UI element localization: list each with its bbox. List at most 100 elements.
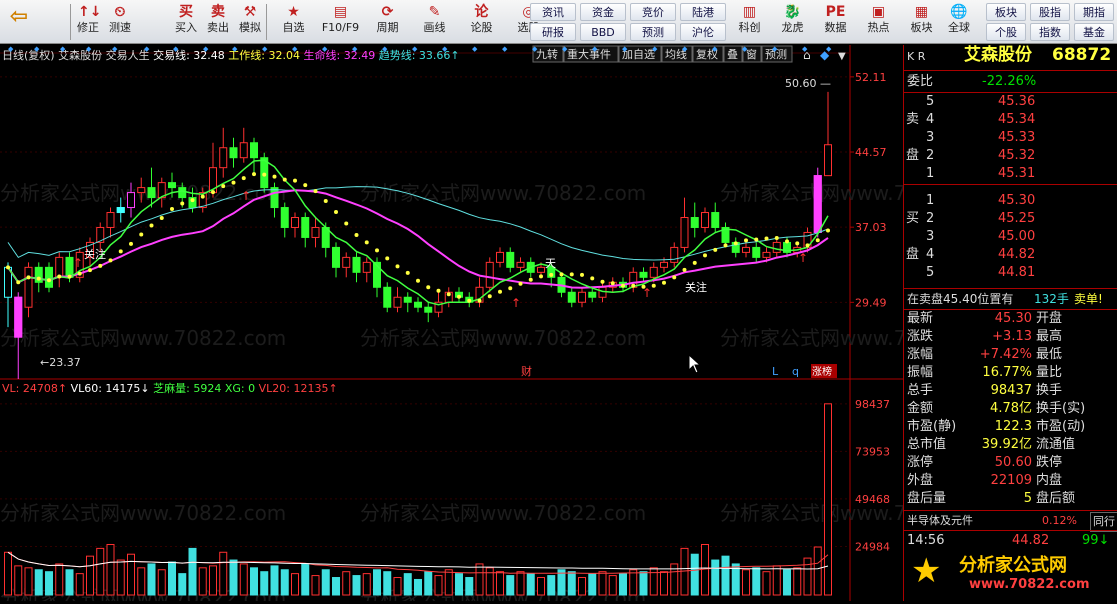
quick-button-1-1[interactable]: BBD [580, 23, 626, 41]
tool-d-button-4[interactable]: ▦ 板块 [900, 2, 943, 42]
event-diamond[interactable]: ◆ [412, 45, 418, 53]
candle [383, 282, 392, 313]
market-button-1-1[interactable]: 指数 [1030, 23, 1070, 41]
global-button[interactable]: 🌐 全球 [938, 2, 980, 42]
volume-bar [127, 553, 135, 596]
menu-down-icon[interactable]: ▼ [838, 51, 846, 62]
event-diamond[interactable]: ◆ [352, 45, 358, 53]
tool-c-button-1[interactable]: ▤ F10/F9 [317, 2, 364, 42]
tian-label: 天 [545, 257, 556, 270]
cai-marker[interactable]: 财 [521, 364, 532, 378]
volume-bar [14, 565, 23, 596]
event-diamond[interactable]: ◆ [203, 45, 209, 53]
tool-c-button-0[interactable]: ★ 自选 [270, 2, 317, 42]
kline-chart[interactable]: 日线(复权) 艾森股份 交易人生 交易线: 32.48 工作线: 32.04 生… [0, 45, 1006, 604]
event-diamond[interactable]: ◆ [144, 45, 150, 53]
event-diamond[interactable]: ◆ [232, 45, 238, 53]
quick-button-1-0[interactable]: 研报 [530, 23, 576, 41]
event-diamond[interactable]: ◆ [472, 45, 478, 53]
stat-label-10: 盘后量 [907, 491, 947, 506]
quick-button-0-0[interactable]: 资讯 [530, 3, 576, 21]
tool-d-button-1[interactable]: 🐉 龙虎 [771, 2, 814, 42]
work-line-dot [221, 184, 226, 189]
event-diamond[interactable]: ◆ [60, 45, 66, 53]
event-diamond[interactable]: ◆ [382, 45, 388, 53]
stat-label-3: 振幅 [907, 365, 934, 380]
back-button[interactable]: ⇦ [2, 2, 36, 42]
notice-tag: 卖单! [1074, 292, 1103, 306]
event-diamond[interactable]: ◆ [8, 45, 14, 53]
volume-bar [178, 573, 187, 596]
quick-button-0-3[interactable]: 陆港 [680, 3, 726, 21]
market-button-0-0[interactable]: 板块 [986, 3, 1026, 21]
tool-d-button-3[interactable]: ▣ 热点 [857, 2, 900, 42]
q-marker[interactable]: q [792, 365, 799, 378]
volume-bar [219, 551, 228, 596]
tool-b-button-2[interactable]: ⚒ 模拟 [234, 2, 266, 42]
market-button-0-1[interactable]: 股指 [1030, 3, 1070, 21]
chart-tab-label-5: 叠 [727, 48, 738, 61]
tool-c-icon-0: ★ [287, 4, 300, 20]
event-diamond[interactable]: ◆ [112, 45, 118, 53]
quick-button-1-2[interactable]: 预测 [630, 23, 676, 41]
event-diamond[interactable]: ◆ [592, 45, 598, 53]
buy-arrow-icon: ↑ [798, 251, 808, 265]
tool-c-button-2[interactable]: ⟳ 周期 [364, 2, 411, 42]
event-diamond[interactable]: ◆ [86, 45, 92, 53]
market-button-0-2[interactable]: 期指 [1074, 3, 1114, 21]
tool-b-button-0[interactable]: 买买入 [170, 2, 202, 42]
event-diamond[interactable]: ◆ [34, 45, 40, 53]
volume-bar [291, 573, 299, 596]
market-button-1-2[interactable]: 基金 [1074, 23, 1114, 41]
event-diamond[interactable]: ◆ [712, 45, 718, 53]
event-diamond[interactable]: ◆ [826, 45, 832, 53]
event-diamond[interactable]: ◆ [742, 45, 748, 53]
tool-b-button-1[interactable]: 卖卖出 [202, 2, 234, 42]
stat-row-5: 金额 4.78亿 换手(实) [904, 400, 1117, 418]
sector-tab: 同行 [1090, 512, 1117, 532]
event-diamond[interactable]: ◆ [562, 45, 568, 53]
stat-right-label-6: 市盈(动) [1036, 419, 1086, 434]
event-diamond[interactable]: ◆ [292, 45, 298, 53]
candle [813, 167, 822, 238]
follow-label-2: 关注 [685, 280, 707, 294]
quick-button-0-1[interactable]: 资金 [580, 3, 626, 21]
tool-d-button-2[interactable]: PE 数据 [814, 2, 857, 42]
volume-bar [547, 575, 556, 596]
event-diamond[interactable]: ◆ [262, 45, 268, 53]
event-diamond[interactable]: ◆ [502, 45, 508, 53]
quick-button-0-2[interactable]: 竞价 [630, 3, 676, 21]
tool-a-button-0[interactable]: ↑↓ 修正 [72, 2, 104, 42]
tool-a-button-1[interactable]: ⏲ 测速 [104, 2, 136, 42]
event-diamond[interactable]: ◆ [532, 45, 538, 53]
event-diamond[interactable]: ◆ [772, 45, 778, 53]
event-diamond[interactable]: ◆ [322, 45, 328, 53]
tool-d-button-0[interactable]: ▥ 科创 [728, 2, 771, 42]
event-diamond[interactable]: ◆ [622, 45, 628, 53]
event-diamond[interactable]: ◆ [173, 45, 179, 53]
volume-bar [588, 573, 597, 596]
ask-price-4: 45.31 [998, 166, 1036, 181]
volume-bar [783, 569, 791, 596]
watermark-4: 分析家公式网www.70822.com [360, 326, 646, 350]
site-logo: ★ 分析家公式网 www.70822.com [905, 545, 1117, 601]
event-diamond[interactable]: ◆ [652, 45, 658, 53]
market-button-1-0[interactable]: 个股 [986, 23, 1026, 41]
event-diamond[interactable]: ◆ [682, 45, 688, 53]
tool-c-button-4[interactable]: 论论股 [458, 2, 505, 42]
quick-button-1-3[interactable]: 沪伦 [680, 23, 726, 41]
work-line-dot [129, 241, 133, 246]
price-label-1: 44.57 [855, 146, 887, 159]
buy-arrow-icon: ↑ [73, 256, 83, 270]
back-arrow-icon: ⇦ [9, 4, 29, 29]
stat-value-2: +7.42% [979, 347, 1032, 362]
sell-label-2: 盘 [906, 148, 920, 163]
stat-value-5: 4.78亿 [990, 401, 1032, 416]
event-diamond[interactable]: ◆ [442, 45, 448, 53]
l-marker[interactable]: L [772, 365, 779, 378]
volume-bar [270, 565, 279, 596]
work-line-dot [6, 265, 10, 270]
tool-c-button-3[interactable]: ✎ 画线 [411, 2, 458, 42]
event-diamond[interactable]: ◆ [802, 45, 808, 53]
stat-right-label-4: 换手 [1036, 383, 1063, 398]
